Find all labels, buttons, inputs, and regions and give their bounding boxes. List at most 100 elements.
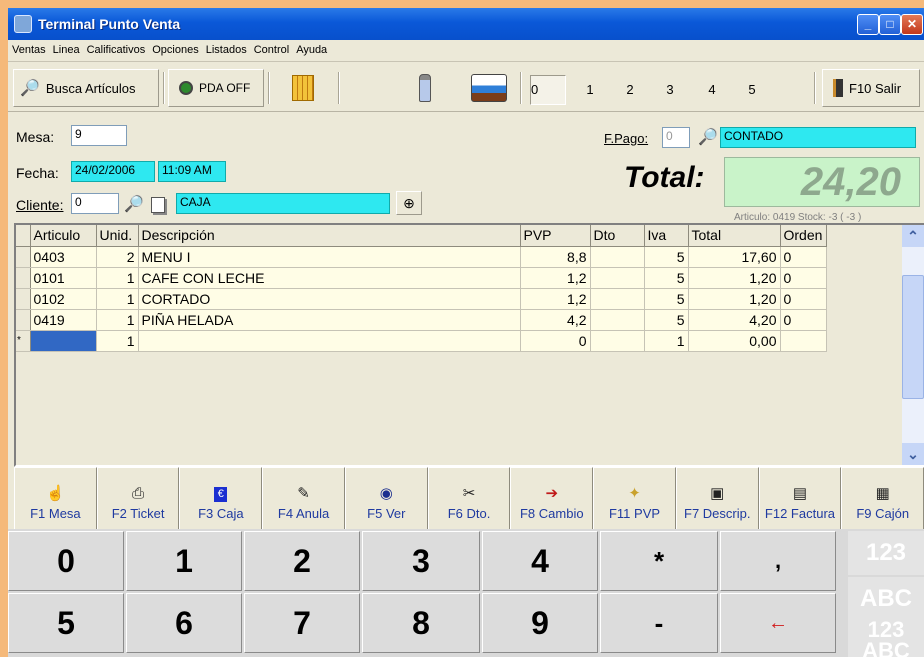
cell-dto[interactable] xyxy=(590,288,645,310)
bottle-button[interactable] xyxy=(408,69,442,107)
cell-pvp[interactable]: 1,2 xyxy=(520,288,591,310)
table-row-new[interactable]: * 1 0 1 0,00 xyxy=(16,330,827,352)
salir-button[interactable]: F10 Salir xyxy=(822,69,920,107)
key-0[interactable]: 0 xyxy=(8,531,124,591)
tab-2[interactable]: 2 xyxy=(612,75,648,105)
search-client-icon[interactable]: 🔎 xyxy=(124,194,144,214)
scroll-down-icon[interactable]: ⌄ xyxy=(902,443,924,465)
key-comma[interactable]: , xyxy=(720,531,836,591)
tab-1[interactable]: 1 xyxy=(572,75,608,105)
cell-dto[interactable] xyxy=(590,267,645,289)
mode-abc-button-2[interactable]: ABC xyxy=(848,641,924,657)
tab-4[interactable]: 4 xyxy=(694,75,730,105)
close-button[interactable]: ✕ xyxy=(901,14,923,35)
cell-descripcion[interactable]: MENU I xyxy=(138,246,521,268)
col-unid[interactable]: Unid. xyxy=(96,225,139,247)
row-indicator[interactable] xyxy=(16,246,31,268)
col-iva[interactable]: Iva xyxy=(644,225,689,247)
key-5[interactable]: 5 xyxy=(8,593,124,653)
f8-cambio-button[interactable]: ➔ F8 Cambio xyxy=(510,467,594,530)
f5-ver-button[interactable]: ◉ F5 Ver xyxy=(344,467,428,530)
row-indicator[interactable] xyxy=(16,309,31,331)
cell-orden[interactable]: 0 xyxy=(780,288,827,310)
cell-orden[interactable]: 0 xyxy=(780,246,827,268)
cell-dto[interactable] xyxy=(590,246,645,268)
menu-ventas[interactable]: Ventas xyxy=(8,40,49,56)
key-minus[interactable]: - xyxy=(600,593,718,653)
cell-articulo[interactable]: 0101 xyxy=(30,267,97,289)
cell-articulo[interactable]: 0403 xyxy=(30,246,97,268)
col-articulo[interactable]: Articulo xyxy=(30,225,97,247)
cell-dto[interactable] xyxy=(590,330,645,352)
title-bar[interactable]: Terminal Punto Venta _ □ ✕ xyxy=(8,8,924,40)
mesa-field[interactable]: 9 xyxy=(71,125,127,146)
scroll-up-icon[interactable]: ⌃ xyxy=(902,225,924,247)
row-indicator[interactable] xyxy=(16,267,31,289)
cliente-name-field[interactable]: CAJA xyxy=(176,193,390,214)
grid-button[interactable] xyxy=(286,69,320,107)
minimize-button[interactable]: _ xyxy=(857,14,879,35)
key-7[interactable]: 7 xyxy=(244,593,360,653)
key-9[interactable]: 9 xyxy=(482,593,598,653)
fpago-name-field[interactable]: CONTADO xyxy=(720,127,916,148)
cell-descripcion[interactable] xyxy=(138,330,521,352)
cell-unid[interactable]: 2 xyxy=(96,246,139,268)
cell-unid[interactable]: 1 xyxy=(96,330,139,352)
row-indicator[interactable] xyxy=(16,288,31,310)
col-total[interactable]: Total xyxy=(688,225,781,247)
cliente-code-field[interactable]: 0 xyxy=(71,193,119,214)
cell-descripcion[interactable]: CAFE CON LECHE xyxy=(138,267,521,289)
cell-articulo-active[interactable] xyxy=(30,330,97,352)
hora-field[interactable]: 11:09 AM xyxy=(158,161,226,182)
table-button[interactable] xyxy=(466,69,512,107)
table-row[interactable]: 0403 2 MENU I 8,8 5 17,60 0 xyxy=(16,246,827,268)
tab-3[interactable]: 3 xyxy=(652,75,688,105)
menu-control[interactable]: Control xyxy=(250,40,292,56)
table-row[interactable]: 0101 1 CAFE CON LECHE 1,2 5 1,20 0 xyxy=(16,267,827,289)
cell-iva[interactable]: 5 xyxy=(644,288,689,310)
cell-descripcion[interactable]: CORTADO xyxy=(138,288,521,310)
grid-scrollbar[interactable]: ⌃ ⌄ xyxy=(902,225,924,465)
busca-articulos-button[interactable]: 🔎 Busca Artículos xyxy=(13,69,159,107)
mode-123-button[interactable]: 123 xyxy=(848,531,924,575)
cell-iva[interactable]: 5 xyxy=(644,246,689,268)
menu-linea[interactable]: Linea xyxy=(49,40,83,56)
cell-pvp[interactable]: 1,2 xyxy=(520,267,591,289)
key-4[interactable]: 4 xyxy=(482,531,598,591)
client-card-icon[interactable] xyxy=(151,197,165,213)
cell-pvp[interactable]: 4,2 xyxy=(520,309,591,331)
col-dto[interactable]: Dto xyxy=(590,225,645,247)
tab-5[interactable]: 5 xyxy=(734,75,770,105)
scroll-thumb[interactable] xyxy=(902,275,924,399)
maximize-button[interactable]: □ xyxy=(879,14,901,35)
key-3[interactable]: 3 xyxy=(362,531,480,591)
cell-unid[interactable]: 1 xyxy=(96,288,139,310)
f9-cajon-button[interactable]: ▦ F9 Cajón xyxy=(841,467,924,530)
cell-unid[interactable]: 1 xyxy=(96,309,139,331)
zoom-client-button[interactable]: ⊕ xyxy=(396,191,422,215)
pda-off-button[interactable]: PDA OFF xyxy=(168,69,264,107)
key-backspace[interactable]: ← xyxy=(720,593,836,653)
cell-total[interactable]: 0,00 xyxy=(688,330,781,352)
cell-articulo[interactable]: 0102 xyxy=(30,288,97,310)
key-1[interactable]: 1 xyxy=(126,531,242,591)
cell-total[interactable]: 4,20 xyxy=(688,309,781,331)
cell-unid[interactable]: 1 xyxy=(96,267,139,289)
fpago-code-field[interactable]: 0 xyxy=(662,127,690,148)
menu-listados[interactable]: Listados xyxy=(202,40,250,56)
menu-ayuda[interactable]: Ayuda xyxy=(292,40,330,56)
cell-total[interactable]: 1,20 xyxy=(688,288,781,310)
f3-caja-button[interactable]: € F3 Caja xyxy=(179,467,263,530)
f12-factura-button[interactable]: ▤ F12 Factura xyxy=(758,467,842,530)
f7-descrip-button[interactable]: ▣ F7 Descrip. xyxy=(675,467,759,530)
col-orden[interactable]: Orden xyxy=(780,225,827,247)
cell-total[interactable]: 1,20 xyxy=(688,267,781,289)
f1-mesa-button[interactable]: ☝ F1 Mesa xyxy=(14,467,97,530)
key-6[interactable]: 6 xyxy=(126,593,242,653)
cell-iva[interactable]: 5 xyxy=(644,267,689,289)
col-pvp[interactable]: PVP xyxy=(520,225,591,247)
key-8[interactable]: 8 xyxy=(362,593,480,653)
cell-iva[interactable]: 5 xyxy=(644,309,689,331)
f11-pvp-button[interactable]: ✦ F11 PVP xyxy=(593,467,676,530)
tab-0[interactable]: 0 xyxy=(530,75,566,105)
